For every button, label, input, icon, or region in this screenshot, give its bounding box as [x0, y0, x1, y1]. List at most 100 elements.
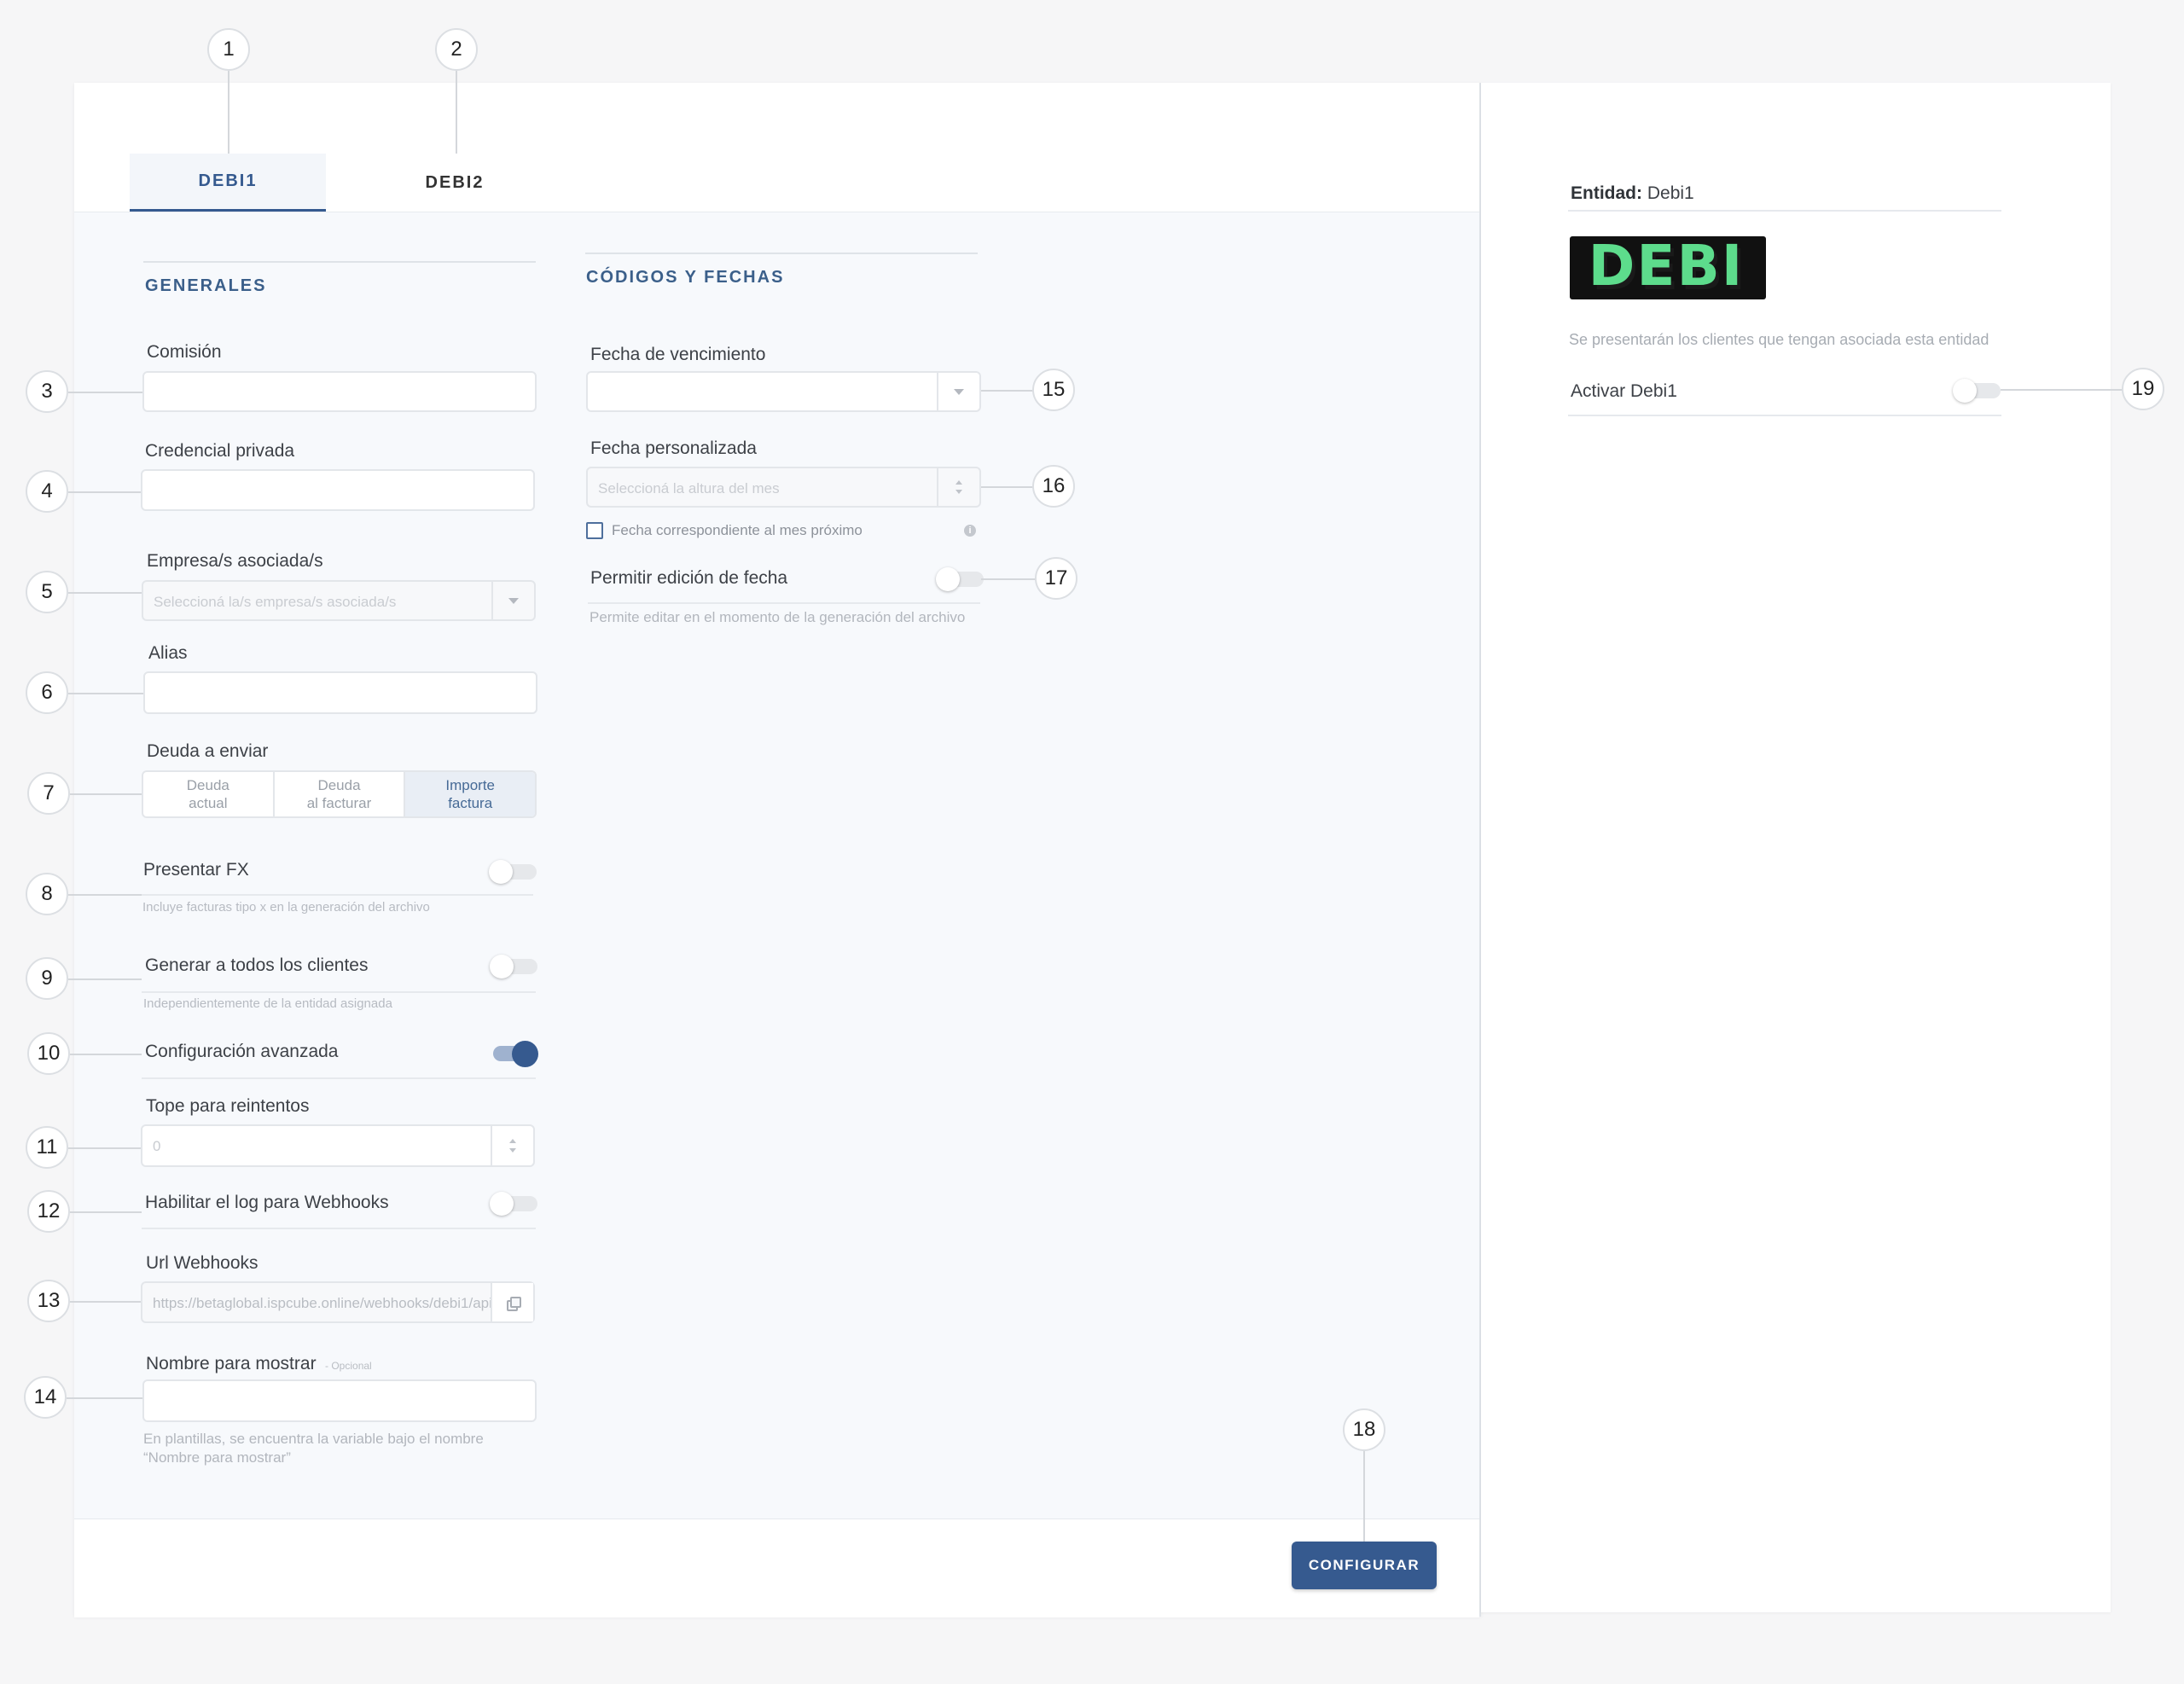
callout-line-5: [68, 592, 142, 594]
callout-19: 19: [2122, 368, 2164, 410]
callout-9: 9: [26, 957, 68, 1000]
deuda-option-actual[interactable]: Deuda actual: [143, 772, 275, 816]
debi-logo: DEBI DEBI: [1570, 233, 1766, 303]
chevron-down-icon[interactable]: [491, 582, 534, 619]
callout-5: 5: [26, 571, 68, 613]
log-webhooks-label: Habilitar el log para Webhooks: [145, 1193, 389, 1212]
presentar-fx-divider: [141, 894, 533, 896]
empresas-placeholder: Seleccioná la/s empresa/s asociada/s: [154, 594, 397, 610]
entidad-description: Se presentarán los clientes que tengan a…: [1569, 331, 1989, 348]
entidad-label: Entidad:: [1571, 183, 1642, 203]
callout-line-7: [70, 793, 142, 795]
callout-line-10: [70, 1054, 142, 1055]
callout-18: 18: [1343, 1408, 1385, 1451]
generar-todos-label: Generar a todos los clientes: [145, 955, 369, 975]
url-webhooks-value: https://betaglobal.ispcube.online/webhoo…: [153, 1295, 491, 1311]
spinner-arrows-icon[interactable]: [937, 468, 979, 506]
generar-todos-toggle[interactable]: [490, 953, 537, 980]
callout-line-15: [981, 390, 1034, 392]
permitir-edicion-label: Permitir edición de fecha: [590, 568, 788, 588]
callout-15: 15: [1032, 369, 1075, 411]
callout-11: 11: [26, 1126, 68, 1169]
entity-side-panel: [1481, 83, 2111, 1612]
alias-input[interactable]: [143, 671, 537, 714]
vencimiento-select[interactable]: [586, 371, 981, 412]
callout-line-18: [1363, 1450, 1365, 1542]
chevron-down-icon[interactable]: [937, 373, 979, 410]
callout-line-8: [68, 894, 142, 896]
callout-8: 8: [26, 873, 68, 915]
tope-placeholder: 0: [153, 1138, 161, 1154]
spinner-arrows-icon[interactable]: [491, 1126, 533, 1165]
permitir-edicion-toggle[interactable]: [936, 566, 984, 593]
optional-tag: - Opcional: [325, 1360, 372, 1372]
generar-todos-help: Independientemente de la entidad asignad…: [143, 996, 392, 1011]
callout-line-16: [981, 486, 1034, 488]
callout-line-13: [70, 1301, 141, 1303]
callout-line-14: [67, 1397, 142, 1399]
callout-line-3: [68, 392, 142, 393]
config-avanzada-toggle[interactable]: [493, 1039, 541, 1068]
credencial-input[interactable]: [141, 469, 535, 511]
presentar-fx-toggle[interactable]: [489, 858, 537, 886]
tope-input[interactable]: 0: [141, 1124, 535, 1167]
svg-text:DEBI: DEBI: [1589, 236, 1745, 299]
copy-icon[interactable]: [491, 1283, 533, 1321]
deuda-option-importe-factura[interactable]: Importe factura: [405, 772, 535, 816]
nombre-mostrar-help: En plantillas, se encuentra la variable …: [143, 1431, 484, 1466]
callout-7: 7: [27, 772, 70, 815]
comision-input[interactable]: [142, 371, 537, 412]
codigos-rule: [585, 253, 978, 254]
callout-16: 16: [1032, 465, 1075, 508]
callout-4: 4: [26, 470, 68, 513]
comision-label: Comisión: [147, 342, 222, 362]
callout-line-6: [68, 693, 143, 694]
mes-proximo-checkbox[interactable]: [586, 522, 603, 539]
credencial-label: Credencial privada: [145, 441, 295, 461]
log-webhooks-toggle[interactable]: [490, 1190, 537, 1217]
callout-line-11: [68, 1147, 141, 1149]
activar-debi-label: Activar Debi1: [1571, 381, 1677, 401]
configurar-button[interactable]: CONFIGURAR: [1292, 1542, 1437, 1589]
personalizada-placeholder: Seleccioná la altura del mes: [598, 480, 780, 496]
nombre-mostrar-label: Nombre para mostrar: [146, 1354, 317, 1373]
personalizada-label: Fecha personalizada: [590, 438, 757, 458]
callout-line-12: [70, 1211, 142, 1213]
callout-line-19: [2001, 389, 2122, 391]
callout-line-1: [228, 71, 229, 154]
callout-6: 6: [26, 671, 68, 714]
tab-debi1[interactable]: DEBI1: [130, 154, 326, 212]
callout-12: 12: [27, 1190, 70, 1233]
alias-label: Alias: [148, 643, 188, 663]
personalizada-input[interactable]: Seleccioná la altura del mes: [586, 467, 981, 508]
generales-rule: [143, 261, 536, 263]
entidad-value: Debi1: [1647, 183, 1694, 203]
callout-17: 17: [1035, 557, 1077, 600]
mes-proximo-label: Fecha correspondiente al mes próximo: [612, 522, 863, 538]
callout-1: 1: [207, 28, 250, 71]
deuda-option-al-facturar[interactable]: Deuda al facturar: [275, 772, 406, 816]
callout-line-2: [456, 71, 457, 154]
config-avanzada-divider: [142, 1077, 536, 1079]
callout-line-9: [68, 978, 142, 980]
tab-debi2[interactable]: DEBI2: [357, 154, 553, 212]
permitir-edicion-divider: [588, 602, 980, 604]
callout-line-4: [68, 491, 141, 493]
empresas-label: Empresa/s asociada/s: [147, 551, 323, 571]
url-webhooks-label: Url Webhooks: [146, 1253, 258, 1273]
info-icon[interactable]: i: [964, 525, 976, 537]
callout-line-17: [981, 578, 1037, 580]
entidad-divider: [1568, 210, 2001, 212]
url-webhooks-field[interactable]: https://betaglobal.ispcube.online/webhoo…: [141, 1281, 535, 1323]
empresas-select[interactable]: Seleccioná la/s empresa/s asociada/s: [142, 580, 536, 621]
activar-debi-toggle[interactable]: [1953, 377, 2001, 404]
deuda-label: Deuda a enviar: [147, 741, 269, 761]
codigos-title: CÓDIGOS Y FECHAS: [586, 268, 785, 287]
generar-todos-divider: [142, 991, 536, 993]
permitir-edicion-help: Permite editar en el momento de la gener…: [590, 609, 966, 625]
presentar-fx-help: Incluye facturas tipo x en la generación…: [142, 900, 430, 915]
tope-label: Tope para reintentos: [146, 1096, 310, 1116]
nombre-mostrar-input[interactable]: [142, 1379, 537, 1422]
deuda-segmented[interactable]: Deuda actual Deuda al facturar Importe fact…: [142, 770, 537, 818]
log-webhooks-divider: [142, 1228, 536, 1229]
